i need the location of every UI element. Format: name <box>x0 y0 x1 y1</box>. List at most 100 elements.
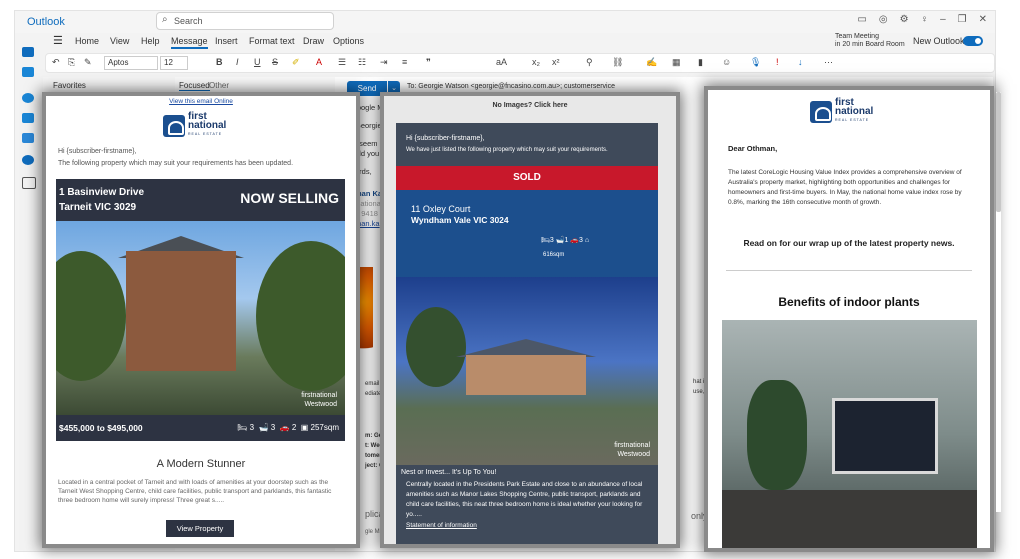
chart-icon[interactable]: ▮ <box>698 57 703 68</box>
sold-banner: SOLD <box>396 166 658 190</box>
land-icon: ⌂ <box>584 237 590 244</box>
greeting: Hi {subscriber-firstname}, <box>58 148 137 155</box>
close-icon[interactable]: ✕ <box>979 14 987 25</box>
search-input[interactable]: ⌕ Search <box>156 12 334 30</box>
tab-home[interactable]: Home <box>75 36 99 46</box>
new-outlook-toggle[interactable] <box>963 36 983 46</box>
email-preview-now-selling: View this email Online first national RE… <box>46 96 356 544</box>
tab-insert[interactable]: Insert <box>215 36 238 46</box>
land-size: 616sqm <box>543 252 565 258</box>
emoji-icon[interactable]: ☺ <box>722 57 731 67</box>
font-name-select[interactable]: Aptos <box>104 56 158 70</box>
photo-watermark: firstnational Westwood <box>301 391 337 409</box>
indent-icon[interactable]: ⇥ <box>380 57 388 68</box>
body-text: 3 9418 9 <box>355 209 385 218</box>
to-field[interactable]: To: Georgie Watson <georgie@fncasino.com… <box>407 83 615 90</box>
tab-message[interactable]: Message <box>171 36 208 49</box>
divider <box>726 270 972 271</box>
property-photo[interactable]: firstnational Westwood <box>396 277 658 465</box>
salutation: Dear Othman, <box>728 144 778 153</box>
watermark-brand: firstnational <box>301 392 337 399</box>
mail-icon[interactable] <box>22 47 34 57</box>
signature-icon[interactable]: ✍ <box>646 57 657 68</box>
highlight-icon[interactable]: ✐ <box>292 57 300 68</box>
view-online-link[interactable]: View this email Online <box>46 98 356 105</box>
format-painter-icon[interactable]: ✎ <box>84 57 92 68</box>
body-text: ards, <box>355 167 372 176</box>
scrollbar-thumb[interactable] <box>996 92 1001 212</box>
statement-of-information-link[interactable]: Statement of information <box>406 522 477 529</box>
no-images-link[interactable]: No Images? Click here <box>384 102 676 109</box>
email-preview-sold: No Images? Click here Hi {subscriber-fir… <box>384 96 676 544</box>
hamburger-icon[interactable]: ☰ <box>53 34 63 47</box>
price: $455,000 to $495,000 <box>59 423 143 433</box>
calendar-icon[interactable] <box>22 67 34 77</box>
tab-options[interactable]: Options <box>333 36 364 46</box>
more-options-icon[interactable]: ⋯ <box>824 57 833 68</box>
article-photo[interactable] <box>722 320 977 548</box>
gear-icon[interactable]: ⚙ <box>900 14 909 25</box>
property-photo[interactable]: firstnational Westwood <box>56 221 345 415</box>
car-count: 2 <box>291 423 297 432</box>
font-color-icon[interactable]: A <box>316 57 322 67</box>
clipboard-icon[interactable]: ⎘ <box>68 57 75 68</box>
tab-format-text[interactable]: Format text <box>249 36 295 46</box>
todo-icon[interactable] <box>22 133 34 143</box>
bullets-icon[interactable]: ☰ <box>338 57 346 68</box>
body-text: Nationa <box>355 199 381 208</box>
people-icon[interactable] <box>22 93 34 103</box>
tab-help[interactable]: Help <box>141 36 160 46</box>
bold-icon[interactable]: B <box>216 57 223 67</box>
search-placeholder: Search <box>174 16 203 26</box>
underline-icon[interactable]: U <box>254 57 261 67</box>
font-size-select[interactable]: 12 <box>160 56 188 70</box>
align-icon[interactable]: ≡ <box>402 57 407 67</box>
favorites-label[interactable]: Favorites <box>53 81 86 90</box>
onedrive-icon[interactable] <box>22 155 34 165</box>
address-line2: Wyndham Vale VIC 3024 <box>411 215 509 225</box>
link-icon[interactable]: ⛓ <box>612 57 623 68</box>
tab-focused[interactable]: Focused <box>179 81 210 91</box>
listing-title: A Modern Stunner <box>156 458 246 470</box>
send-options-chevron-icon[interactable]: ⌄ <box>388 81 400 96</box>
chat-icon[interactable]: ▭ <box>857 14 866 25</box>
bath-icon: 🛁 <box>258 423 269 432</box>
newsletter-body: The latest CoreLogic Housing Value Index… <box>728 169 962 206</box>
tab-view[interactable]: View <box>110 36 129 46</box>
importance-low-icon[interactable]: ↓ <box>798 57 803 67</box>
minimize-icon[interactable]: – <box>940 14 946 25</box>
restore-icon[interactable]: ❐ <box>958 14 967 25</box>
importance-high-icon[interactable]: ! <box>776 57 779 67</box>
lightbulb-icon[interactable]: ♀ <box>921 14 929 25</box>
dictate-icon[interactable]: 🎙 <box>750 57 761 68</box>
subscript-icon[interactable]: x₂ <box>532 57 540 67</box>
styles-icon[interactable]: aA <box>496 57 507 67</box>
price-bar: $455,000 to $495,000 🛏 3 🛁 3 🚗 2 ▣ 257sq… <box>56 415 345 441</box>
desk-image <box>722 490 977 548</box>
numbering-icon[interactable]: ☷ <box>358 57 366 68</box>
quote-icon[interactable]: ❞ <box>426 57 431 68</box>
meeting-reminder[interactable]: Team Meeting in 20 min Board Room <box>835 33 905 49</box>
vertical-scrollbar[interactable] <box>996 92 1001 512</box>
watermark-office: Westwood <box>617 451 650 458</box>
window-controls: ▭ ◎ ⚙ ♀ – ❐ ✕ <box>857 14 987 25</box>
undo-icon[interactable]: ↶ <box>52 57 60 68</box>
email-link[interactable]: man.ka <box>355 219 380 228</box>
strikethrough-icon[interactable]: S <box>272 57 278 67</box>
view-property-button[interactable]: View Property <box>166 520 234 537</box>
send-button[interactable]: Send <box>347 81 387 96</box>
apps-icon[interactable] <box>22 177 36 189</box>
bell-icon[interactable]: ◎ <box>879 14 888 25</box>
tab-draw[interactable]: Draw <box>303 36 324 46</box>
table-icon[interactable]: ▦ <box>672 57 681 68</box>
attach-icon[interactable]: ⚲ <box>586 57 593 68</box>
italic-icon[interactable]: I <box>236 57 239 67</box>
tab-other[interactable]: Other <box>209 81 229 90</box>
superscript-icon[interactable]: x² <box>552 57 560 67</box>
first-national-logo: first national REAL ESTATE <box>810 98 873 125</box>
logo-sub: REAL ESTATE <box>835 118 870 122</box>
groups-icon[interactable] <box>22 113 34 123</box>
formatting-toolbar: ↶ ⎘ ✎ Aptos 12 B I U S ✐ A ☰ ☷ ⇥ ≡ ❞ aA … <box>45 53 995 73</box>
plant-image <box>747 380 807 490</box>
car-count: 3 <box>579 237 583 244</box>
